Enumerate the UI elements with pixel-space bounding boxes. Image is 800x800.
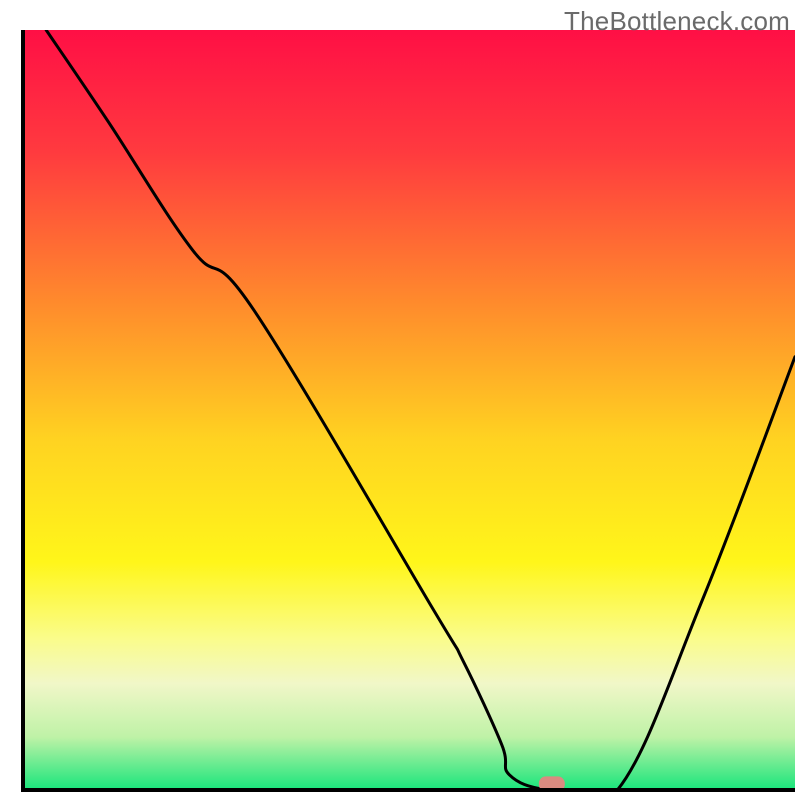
bottleneck-chart [0, 0, 800, 800]
watermark-text: TheBottleneck.com [564, 6, 790, 37]
chart-container: TheBottleneck.com [0, 0, 800, 800]
gradient-background [23, 30, 795, 790]
